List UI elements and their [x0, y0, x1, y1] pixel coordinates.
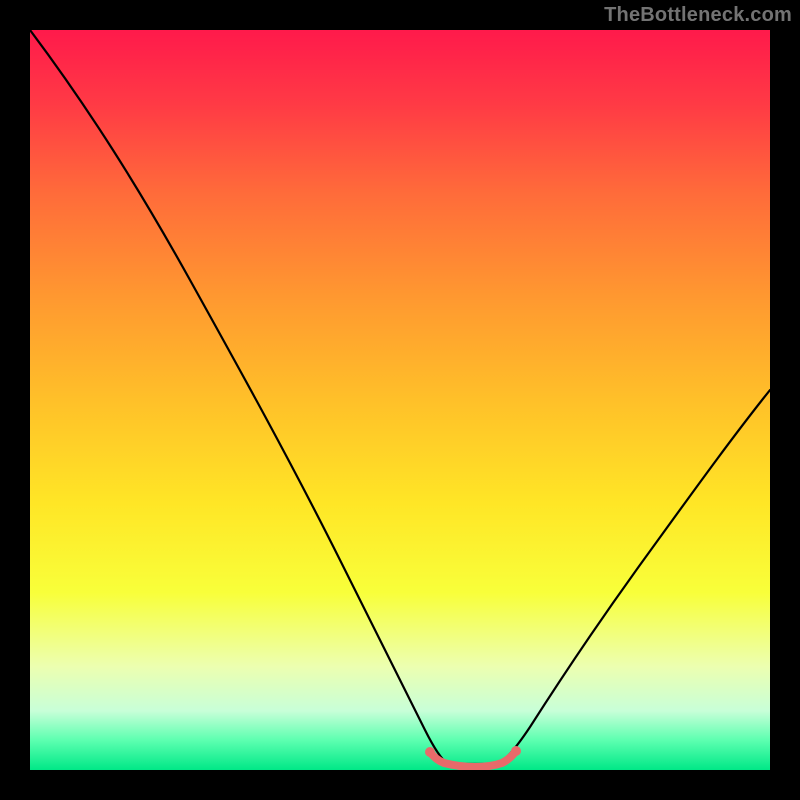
- plot-area: [30, 30, 770, 770]
- watermark-text: TheBottleneck.com: [604, 4, 792, 27]
- zone-marker-dot-right: [511, 746, 521, 756]
- curve-layer: [30, 30, 770, 770]
- bottleneck-zone-marker: [430, 751, 516, 767]
- bottleneck-curve: [30, 30, 770, 764]
- zone-marker-dot-left: [425, 747, 435, 757]
- chart-frame: TheBottleneck.com: [0, 0, 800, 800]
